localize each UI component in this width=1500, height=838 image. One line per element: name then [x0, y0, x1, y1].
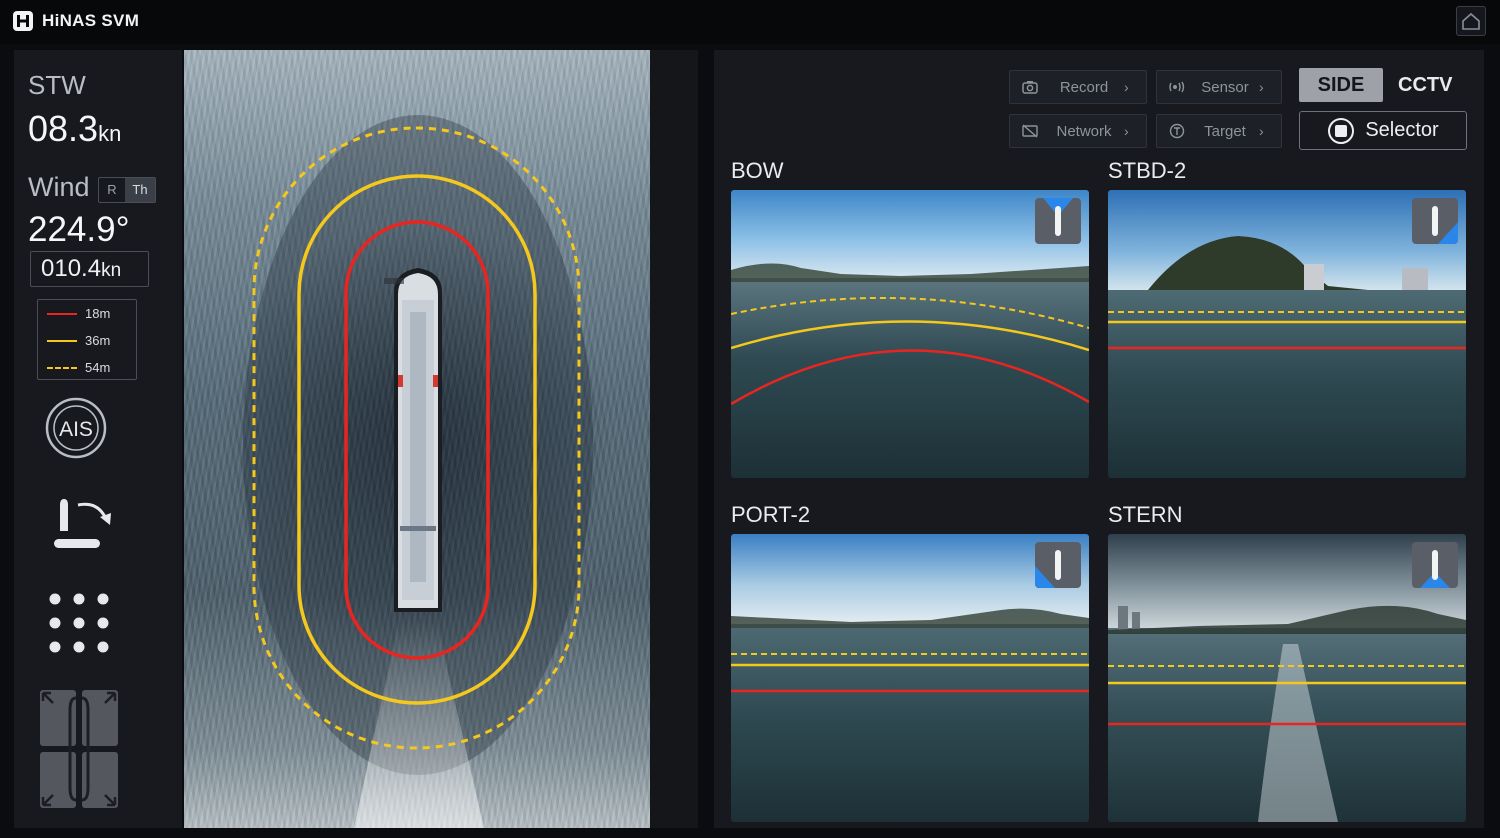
port-camera-feed[interactable]: [731, 534, 1089, 822]
stw-label: STW: [28, 70, 86, 100]
record-button[interactable]: Record ›: [1009, 70, 1147, 104]
legend-item-36m: 36m: [47, 333, 110, 348]
selector-icon: [1328, 117, 1355, 144]
brand: HiNAS SVM: [12, 10, 139, 32]
record-label: Record: [1059, 78, 1109, 96]
stbd-camera-feed[interactable]: [1108, 190, 1466, 478]
legend-swatch-red: [47, 312, 77, 315]
ais-button[interactable]: AIS: [44, 396, 108, 465]
stw-readout: 08.3kn: [28, 108, 121, 150]
stern-direction-badge: [1412, 542, 1458, 588]
quad-view-button[interactable]: [40, 690, 118, 813]
camera-panel: Record › Sensor › Network › Target › SID…: [714, 50, 1484, 828]
port-direction-icon: [1035, 550, 1061, 588]
divider-panel: [650, 50, 698, 828]
home-icon: [1462, 12, 1480, 30]
chevron-right-icon: ›: [1124, 123, 1129, 139]
target-label: Target: [1204, 122, 1246, 140]
legend-item-54m: 54m: [47, 360, 110, 375]
rotate-view-button[interactable]: [48, 495, 118, 556]
selector-label: Selector: [1365, 119, 1439, 141]
dots-grid-icon: [49, 593, 109, 653]
camera-icon: [1022, 81, 1038, 94]
birds-eye-view[interactable]: [184, 50, 650, 828]
stern-camera-title: STERN: [1108, 502, 1183, 527]
rotate-ship-icon: [54, 499, 111, 548]
wind-speed-value: 010.4: [41, 255, 102, 282]
hinas-logo-icon: [13, 11, 33, 31]
port-camera-title: PORT-2: [731, 502, 811, 527]
bow-camera-feed[interactable]: [731, 190, 1089, 478]
network-label: Network: [1056, 122, 1112, 140]
wind-speed-unit: kn: [101, 260, 122, 281]
legend-item-18m: 18m: [47, 306, 110, 321]
legend-label: 18m: [85, 306, 111, 321]
cctv-mode-tab[interactable]: CCTV: [1398, 68, 1454, 102]
wind-speed-box: 010.4kn: [30, 251, 149, 287]
chevron-right-icon: ›: [1124, 79, 1129, 95]
target-button[interactable]: Target ›: [1156, 114, 1282, 148]
grid-layout-button[interactable]: [46, 590, 112, 661]
chevron-right-icon: ›: [1259, 79, 1264, 95]
stbd-direction-badge: [1412, 198, 1458, 244]
quad-view-icon: [40, 690, 118, 808]
network-off-icon: [1022, 124, 1038, 138]
target-icon: [1169, 123, 1185, 139]
distance-legend: 18m 36m 54m: [37, 299, 137, 380]
network-button[interactable]: Network ›: [1009, 114, 1147, 148]
wind-reference-toggle[interactable]: R Th: [98, 177, 156, 203]
selector-button[interactable]: Selector: [1299, 111, 1467, 150]
stw-unit: kn: [98, 121, 122, 146]
stern-camera-feed[interactable]: [1108, 534, 1466, 822]
port-direction-badge: [1035, 542, 1081, 588]
app-title: HiNAS SVM: [42, 11, 140, 30]
legend-label: 36m: [85, 333, 111, 348]
wind-relative-option[interactable]: R: [99, 178, 125, 202]
bow-camera-title: BOW: [731, 158, 784, 183]
wind-true-option[interactable]: Th: [125, 178, 155, 202]
stw-value: 08.3: [28, 108, 99, 149]
legend-swatch-yellow: [47, 339, 77, 342]
bow-direction-icon: [1043, 198, 1073, 236]
wind-direction: 224.9°: [28, 210, 130, 249]
stern-direction-icon: [1420, 550, 1450, 588]
home-button[interactable]: [1456, 6, 1486, 36]
side-mode-tab[interactable]: SIDE: [1299, 68, 1383, 102]
wind-label: Wind: [28, 172, 90, 202]
sensor-icon: [1169, 81, 1185, 93]
legend-swatch-yellow-dashed: [47, 366, 77, 369]
sensor-label: Sensor: [1201, 78, 1249, 96]
sensor-button[interactable]: Sensor ›: [1156, 70, 1282, 104]
proximity-zones: [243, 115, 593, 828]
stbd-camera-title: STBD-2: [1108, 158, 1187, 183]
ais-icon: AIS: [45, 397, 107, 459]
chevron-right-icon: ›: [1259, 123, 1264, 139]
stbd-direction-icon: [1432, 206, 1458, 244]
bow-direction-badge: [1035, 198, 1081, 244]
status-sidebar: STW 08.3kn Wind R Th 224.9° 010.4kn 18m …: [14, 50, 182, 828]
legend-label: 54m: [85, 360, 111, 375]
top-bar: HiNAS SVM: [0, 0, 1500, 44]
ais-label: AIS: [59, 418, 93, 441]
